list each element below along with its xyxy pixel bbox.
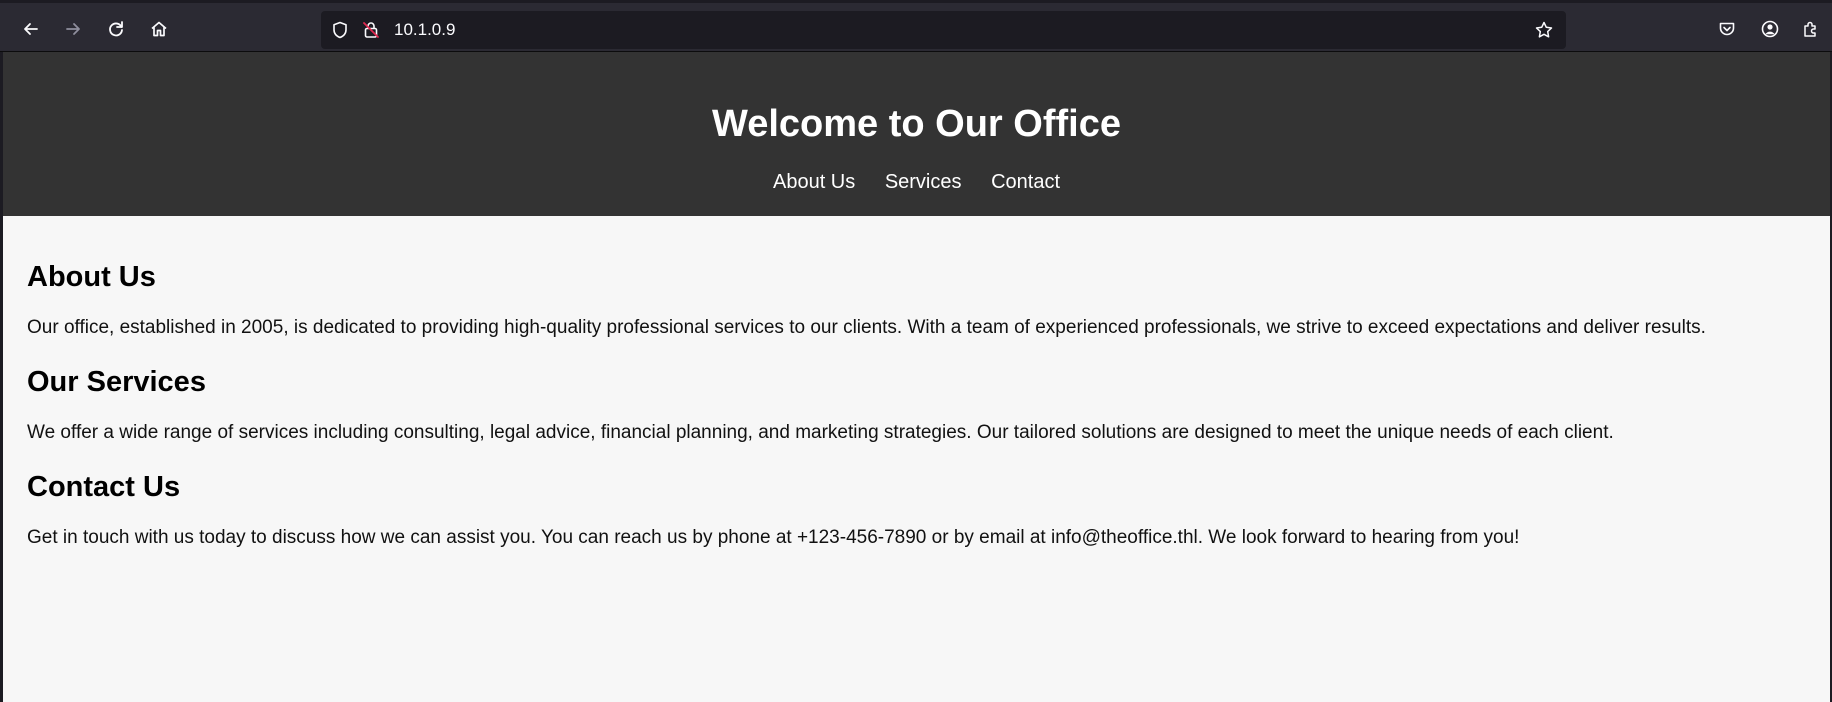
- section-body-services: We offer a wide range of services includ…: [27, 422, 1614, 443]
- home-button[interactable]: [142, 12, 176, 46]
- extensions-button[interactable]: [1794, 12, 1828, 46]
- star-icon[interactable]: [1534, 20, 1554, 40]
- page-title: Welcome to Our Office: [712, 103, 1121, 145]
- section-body-contact: Get in touch with us today to discuss ho…: [27, 527, 1520, 548]
- account-icon: [1761, 20, 1779, 38]
- pocket-icon: [1719, 22, 1735, 36]
- insecure-lock-icon[interactable]: [361, 20, 381, 40]
- arrow-right-icon: [66, 23, 80, 35]
- arrow-left-icon: [24, 23, 38, 35]
- section-heading-contact: Contact Us: [27, 471, 181, 503]
- reload-button[interactable]: [99, 12, 133, 46]
- browser-toolbar: 10.1.0.9: [0, 0, 1832, 52]
- section-heading-services: Our Services: [27, 366, 206, 398]
- page-content: Welcome to Our Office About Us Services …: [3, 52, 1830, 702]
- home-icon: [151, 21, 167, 37]
- about-section: About Us Our office, established in 2005…: [27, 260, 1806, 339]
- shield-icon[interactable]: [330, 20, 350, 40]
- services-section: Our Services We offer a wide range of se…: [27, 365, 1806, 444]
- extensions-icon: [1804, 21, 1816, 37]
- section-body-about: Our office, established in 2005, is dedi…: [27, 317, 1706, 338]
- forward-button[interactable]: [56, 12, 90, 46]
- nav-link-about-us[interactable]: About Us: [773, 171, 855, 193]
- url-bar[interactable]: 10.1.0.9: [321, 11, 1566, 49]
- section-heading-about: About Us: [27, 261, 156, 293]
- nav-link-services[interactable]: Services: [885, 171, 962, 193]
- main-content: About Us Our office, established in 2005…: [3, 216, 1830, 549]
- nav-link-contact[interactable]: Contact: [991, 171, 1060, 193]
- reload-icon: [109, 21, 123, 37]
- back-button[interactable]: [14, 12, 48, 46]
- url-text[interactable]: 10.1.0.9: [394, 11, 455, 49]
- site-header: Welcome to Our Office About Us Services …: [3, 52, 1830, 216]
- contact-section: Contact Us Get in touch with us today to…: [27, 470, 1806, 549]
- pocket-button[interactable]: [1710, 12, 1744, 46]
- account-button[interactable]: [1753, 12, 1787, 46]
- site-nav: About Us Services Contact: [3, 170, 1830, 194]
